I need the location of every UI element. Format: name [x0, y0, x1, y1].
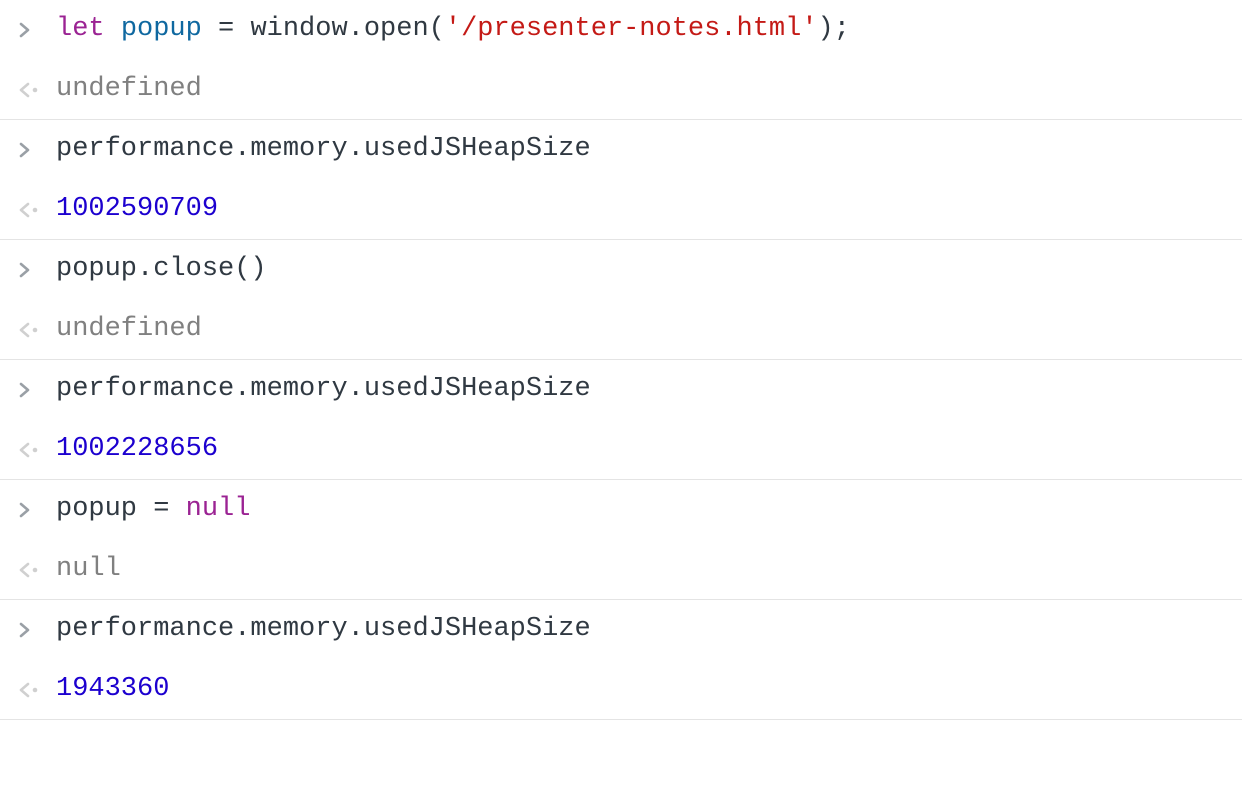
code-token: performance.memory.usedJSHeapSize — [56, 614, 591, 644]
code-token: popup — [121, 14, 202, 44]
output-return-icon — [8, 441, 56, 459]
console-output-row: 1943360 — [0, 660, 1242, 720]
console-input-row[interactable]: performance.memory.usedJSHeapSize — [0, 360, 1242, 420]
console-input-text: let popup = window.open('/presenter-note… — [56, 16, 1234, 43]
console-output-text: null — [56, 556, 1234, 583]
code-token: performance.memory.usedJSHeapSize — [56, 134, 591, 164]
code-token: 1002590709 — [56, 194, 218, 224]
input-prompt-icon — [8, 21, 56, 39]
console-output-text: undefined — [56, 316, 1234, 343]
console-input-row[interactable]: let popup = window.open('/presenter-note… — [0, 0, 1242, 60]
console-output-text: 1943360 — [56, 676, 1234, 703]
console-input-text: popup = null — [56, 496, 1234, 523]
output-return-icon — [8, 321, 56, 339]
console-output-text: 1002590709 — [56, 196, 1234, 223]
console-input-text: performance.memory.usedJSHeapSize — [56, 616, 1234, 643]
code-token: window.open( — [250, 14, 444, 44]
code-token: null — [186, 494, 251, 524]
code-token: performance.memory.usedJSHeapSize — [56, 374, 591, 404]
console-output-text: undefined — [56, 76, 1234, 103]
input-prompt-icon — [8, 381, 56, 399]
input-prompt-icon — [8, 141, 56, 159]
code-token: undefined — [56, 314, 202, 344]
output-return-icon — [8, 561, 56, 579]
console-output-row: undefined — [0, 60, 1242, 120]
console-output-row: 1002228656 — [0, 420, 1242, 480]
console-input-row[interactable]: popup.close() — [0, 240, 1242, 300]
code-token: null — [56, 554, 121, 584]
console-input-text: popup.close() — [56, 256, 1234, 283]
code-token: let — [56, 14, 105, 44]
code-token: 1943360 — [56, 674, 169, 704]
code-token: = — [202, 14, 251, 44]
console-output-row: undefined — [0, 300, 1242, 360]
code-token: ); — [818, 14, 850, 44]
code-token: popup = — [56, 494, 186, 524]
console-output-text: 1002228656 — [56, 436, 1234, 463]
code-token: 1002228656 — [56, 434, 218, 464]
code-token — [105, 14, 121, 44]
console-input-text: performance.memory.usedJSHeapSize — [56, 136, 1234, 163]
console-input-text: performance.memory.usedJSHeapSize — [56, 376, 1234, 403]
console-output-row: 1002590709 — [0, 180, 1242, 240]
code-token: undefined — [56, 74, 202, 104]
code-token: '/presenter-notes.html' — [445, 14, 818, 44]
output-return-icon — [8, 81, 56, 99]
console-output-row: null — [0, 540, 1242, 600]
code-token: popup.close() — [56, 254, 267, 284]
input-prompt-icon — [8, 621, 56, 639]
input-prompt-icon — [8, 261, 56, 279]
input-prompt-icon — [8, 501, 56, 519]
console-input-row[interactable]: performance.memory.usedJSHeapSize — [0, 600, 1242, 660]
console-input-row[interactable]: popup = null — [0, 480, 1242, 540]
console-input-row[interactable]: performance.memory.usedJSHeapSize — [0, 120, 1242, 180]
devtools-console[interactable]: let popup = window.open('/presenter-note… — [0, 0, 1242, 720]
output-return-icon — [8, 681, 56, 699]
output-return-icon — [8, 201, 56, 219]
